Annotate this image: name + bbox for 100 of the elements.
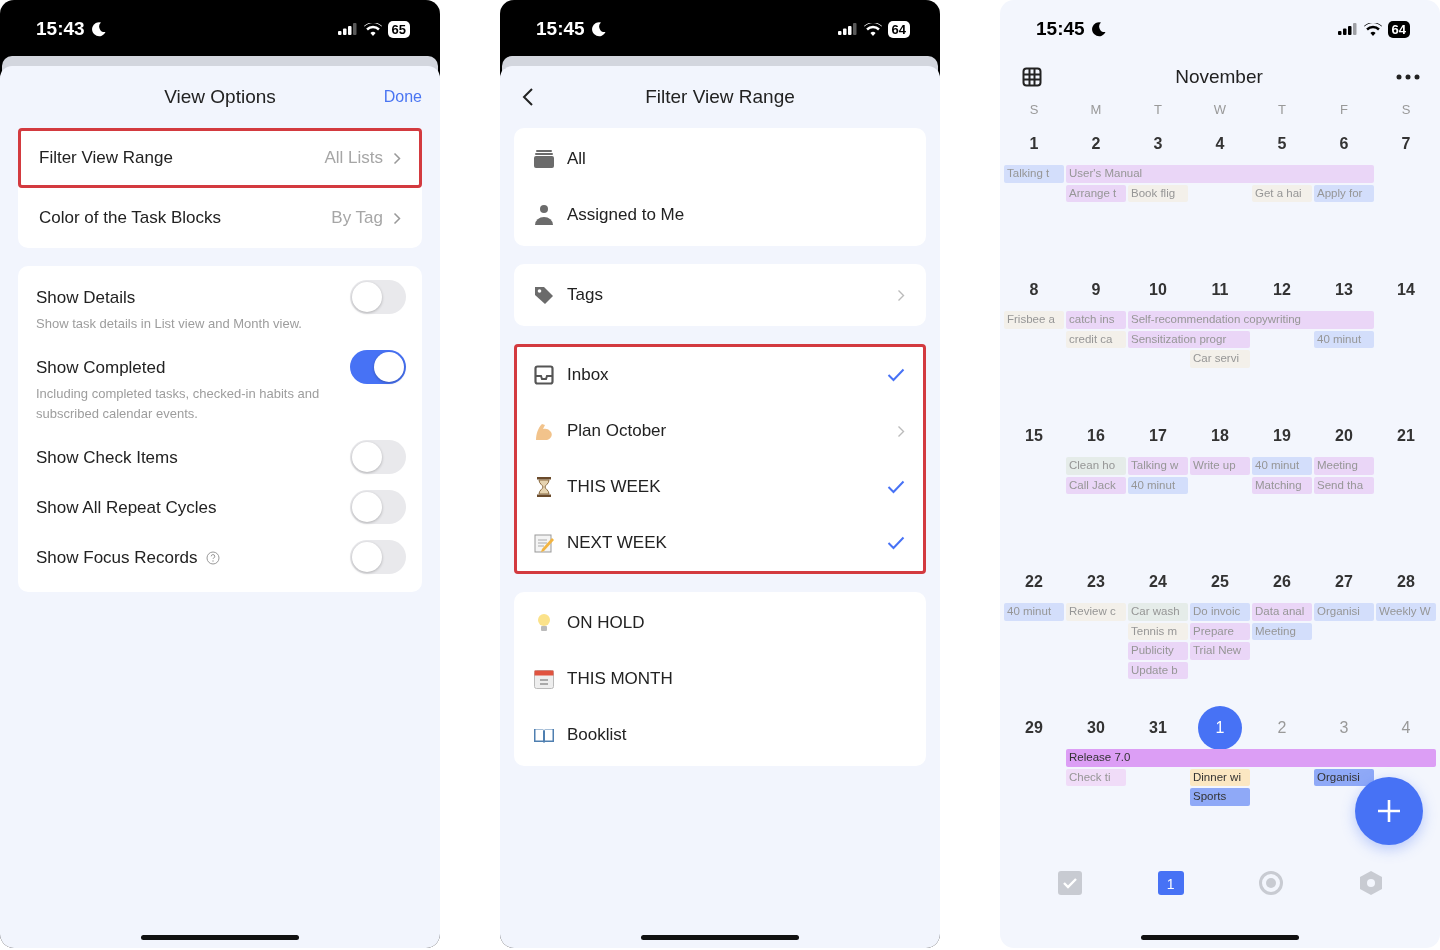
day-number[interactable]: 8 bbox=[1029, 281, 1039, 299]
toggle-description: Show task details in List view and Month view. bbox=[36, 315, 303, 333]
screen-title: View Options bbox=[164, 86, 276, 108]
event-title: Car servi bbox=[1193, 352, 1239, 364]
day-number[interactable]: 24 bbox=[1149, 573, 1167, 591]
day-number[interactable]: 18 bbox=[1211, 427, 1229, 445]
settings-row[interactable]: Filter View Range All Lists bbox=[18, 128, 422, 188]
toggle-label: Show Focus Records bbox=[36, 548, 198, 568]
toggle-switch[interactable] bbox=[350, 540, 406, 574]
day-number[interactable]: 21 bbox=[1397, 427, 1415, 445]
grid-icon[interactable] bbox=[1022, 67, 1042, 87]
more-icon[interactable] bbox=[1396, 74, 1420, 80]
weekday-label: S bbox=[1029, 102, 1039, 117]
event-title: Prepare bbox=[1193, 624, 1234, 637]
event-title: Update b bbox=[1131, 663, 1178, 676]
row-label: Color of the Task Blocks bbox=[39, 208, 223, 228]
day-number[interactable]: 12 bbox=[1273, 281, 1291, 299]
day-number[interactable]: 5 bbox=[1277, 135, 1287, 153]
event-block[interactable]: Sports bbox=[1190, 788, 1250, 806]
toggle-switch[interactable] bbox=[350, 350, 406, 384]
day-number[interactable]: 16 bbox=[1087, 427, 1105, 445]
day-number[interactable]: 27 bbox=[1335, 573, 1353, 591]
day-number[interactable]: 26 bbox=[1273, 573, 1291, 591]
done-button[interactable]: Done bbox=[383, 88, 422, 106]
event-title: Sensitization progr bbox=[1131, 332, 1227, 345]
calendar-tab[interactable]: 1 bbox=[1157, 871, 1184, 895]
target-tab-icon[interactable] bbox=[1258, 870, 1285, 896]
day-number[interactable]: 6 bbox=[1339, 135, 1349, 153]
day-number[interactable]: 23 bbox=[1087, 573, 1105, 591]
event-title: Arrange t bbox=[1069, 186, 1117, 199]
event-title: Write up bbox=[1193, 459, 1236, 471]
toggle-switch[interactable] bbox=[350, 440, 406, 474]
day-number[interactable]: 31 bbox=[1149, 719, 1167, 737]
list-item[interactable]: Inbox bbox=[517, 347, 923, 403]
tag-icon bbox=[533, 284, 555, 306]
day-number[interactable]: 30 bbox=[1087, 719, 1105, 737]
day-number[interactable]: 13 bbox=[1335, 281, 1353, 299]
inbox-icon bbox=[533, 364, 555, 386]
chevron-icon bbox=[393, 211, 401, 225]
event-title: Meeting bbox=[1317, 459, 1358, 471]
list-label: Plan October bbox=[567, 421, 667, 441]
day-number[interactable]: 1 bbox=[1215, 719, 1225, 737]
moon-icon bbox=[1090, 21, 1107, 37]
day-number[interactable]: 28 bbox=[1397, 573, 1415, 591]
list-item[interactable]: Tags bbox=[517, 267, 923, 323]
day-number[interactable]: 19 bbox=[1273, 427, 1291, 445]
plus-icon bbox=[1376, 798, 1402, 824]
help-icon[interactable] bbox=[205, 551, 220, 565]
event-title: Talking t bbox=[1007, 167, 1050, 179]
day-number[interactable]: 14 bbox=[1397, 281, 1415, 299]
list-item[interactable]: THIS MONTH bbox=[517, 651, 923, 707]
day-number[interactable]: 4 bbox=[1215, 135, 1225, 153]
day-number[interactable]: 29 bbox=[1025, 719, 1043, 737]
row-value: By Tag bbox=[331, 208, 383, 228]
checkbox-tab-icon[interactable] bbox=[1057, 870, 1084, 896]
event-title: 40 minut bbox=[1255, 459, 1300, 471]
event-title: Call Jack bbox=[1069, 478, 1116, 491]
row-value: All Lists bbox=[324, 148, 383, 168]
list-label: THIS WEEK bbox=[567, 477, 661, 497]
event-title: credit ca bbox=[1069, 332, 1113, 345]
day-number[interactable]: 10 bbox=[1149, 281, 1167, 299]
event-block[interactable]: Release 7.0 bbox=[1066, 749, 1436, 767]
day-number[interactable]: 2 bbox=[1091, 135, 1101, 153]
weekday-label: M bbox=[1090, 102, 1102, 117]
list-item[interactable]: All bbox=[517, 131, 923, 187]
battery-indicator: 65 bbox=[387, 20, 410, 38]
wifi-icon bbox=[363, 22, 382, 36]
day-number[interactable]: 3 bbox=[1153, 135, 1163, 153]
list-item[interactable]: Assigned to Me bbox=[517, 187, 923, 243]
day-number[interactable]: 15 bbox=[1025, 427, 1043, 445]
status-time: 15:45 bbox=[536, 18, 585, 40]
list-item[interactable]: Plan October bbox=[517, 403, 923, 459]
event-title: Apply for bbox=[1317, 186, 1363, 199]
list-item[interactable]: NEXT WEEK bbox=[517, 515, 923, 571]
hexagon-tab-icon[interactable] bbox=[1358, 870, 1383, 896]
event-title: 40 minut bbox=[1317, 332, 1362, 345]
day-number[interactable]: 20 bbox=[1335, 427, 1353, 445]
day-number[interactable]: 7 bbox=[1401, 135, 1411, 153]
day-number[interactable]: 1 bbox=[1029, 135, 1039, 153]
list-item[interactable]: THIS WEEK bbox=[517, 459, 923, 515]
toggle-switch[interactable] bbox=[350, 490, 406, 524]
event-title: Organisi bbox=[1317, 605, 1360, 617]
event-title: 40 minut bbox=[1131, 478, 1176, 491]
day-number[interactable]: 25 bbox=[1211, 573, 1229, 591]
status-time: 15:43 bbox=[36, 18, 85, 40]
day-number[interactable]: 11 bbox=[1211, 281, 1229, 299]
screen-title: Filter View Range bbox=[645, 86, 795, 108]
day-number[interactable]: 9 bbox=[1091, 281, 1101, 299]
event-block[interactable]: Organisi bbox=[1314, 768, 1374, 786]
event-title: Talking w bbox=[1131, 459, 1179, 471]
event-title: 40 minut bbox=[1007, 605, 1052, 617]
day-number[interactable]: 22 bbox=[1025, 573, 1043, 591]
list-label: ON HOLD bbox=[567, 613, 645, 633]
event-block[interactable]: Dinner wi bbox=[1190, 768, 1250, 786]
settings-row[interactable]: Color of the Task Blocks By Tag bbox=[18, 188, 422, 248]
back-icon[interactable] bbox=[522, 87, 534, 107]
list-item[interactable]: Booklist bbox=[517, 707, 923, 763]
day-number[interactable]: 17 bbox=[1149, 427, 1167, 445]
list-item[interactable]: ON HOLD bbox=[517, 595, 923, 651]
toggle-switch[interactable] bbox=[350, 280, 406, 314]
